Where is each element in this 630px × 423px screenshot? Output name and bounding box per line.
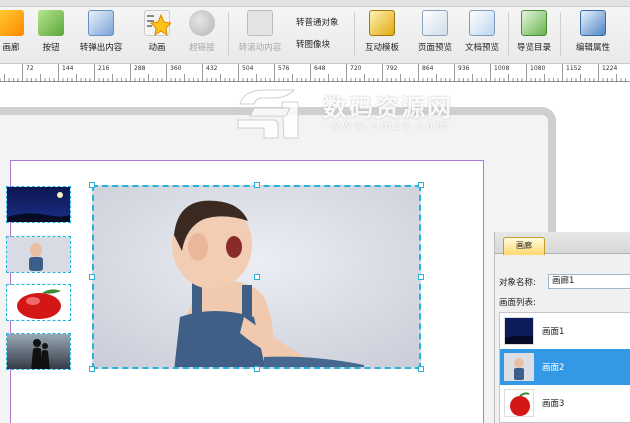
- thumbnail-night-sky[interactable]: [6, 186, 71, 223]
- interactive-template-button[interactable]: 互动模板: [360, 10, 404, 60]
- list-item-frame-1[interactable]: 画面1: [500, 313, 630, 349]
- ruler-label: 72: [26, 65, 34, 72]
- ruler-label: 1008: [494, 65, 510, 72]
- gallery-properties-panel: 画廊 对象名称: 画廊1 画面列表: 画面1 画面2 画面3: [494, 232, 630, 423]
- watermark-url: www.smzy.com: [330, 119, 450, 132]
- tab-gallery[interactable]: 画廊: [503, 237, 545, 255]
- watermark-text: 数码资源网: [323, 94, 453, 122]
- resize-handle-top-right[interactable]: [418, 182, 424, 188]
- ruler-label: 1152: [566, 65, 582, 72]
- ruler-label: 288: [134, 65, 146, 72]
- ruler-label: 432: [206, 65, 218, 72]
- list-item-frame-3[interactable]: 画面3: [500, 385, 630, 421]
- toolbar-separator: [560, 12, 561, 56]
- ruler-label: 216: [98, 65, 110, 72]
- page-preview-button[interactable]: 页面预览: [413, 10, 457, 60]
- ruler-label: 504: [242, 65, 254, 72]
- edit-properties-button[interactable]: 编辑属性: [570, 10, 616, 60]
- toolbar-separator: [508, 12, 509, 56]
- edit-properties-icon: [580, 10, 606, 36]
- button-hand-icon: [38, 10, 64, 36]
- toc-button[interactable]: 导览目录: [512, 10, 556, 60]
- ruler-label: 1224: [602, 65, 618, 72]
- hyperlink-button[interactable]: 超链接: [182, 10, 222, 60]
- horizontal-ruler: 72 144 216 288 360 432 504 576 648 720 792 864 936 10…: [0, 64, 630, 82]
- list-item-label: 画面2: [542, 363, 565, 373]
- frame-thumbnail-apple: [504, 389, 534, 417]
- frame-thumbnail-baby: [504, 353, 534, 381]
- resize-handle-top[interactable]: [254, 182, 260, 188]
- document-preview-icon: [469, 10, 495, 36]
- object-name-input[interactable]: 画廊1: [548, 274, 630, 289]
- thumbnail-couple-silhouette[interactable]: [6, 333, 71, 370]
- resize-handle-left[interactable]: [89, 274, 95, 280]
- toolbar-separator: [354, 12, 355, 56]
- toc-icon: [521, 10, 547, 36]
- resize-handle-right[interactable]: [418, 274, 424, 280]
- toolbar: 画廊 按钮 转弹出内容 动画 超链接 转滚动内容 转普通对象 转图像块 互动模板…: [0, 0, 630, 64]
- page-preview-icon: [422, 10, 448, 36]
- resize-handle-bottom-right[interactable]: [418, 366, 424, 372]
- ruler-label: 576: [278, 65, 290, 72]
- ruler-label: 720: [350, 65, 362, 72]
- ruler-label: 360: [170, 65, 182, 72]
- frame-thumbnail-night-sky: [504, 317, 534, 345]
- list-item-frame-2[interactable]: 画面2: [500, 349, 630, 385]
- list-item-label: 画面1: [542, 327, 565, 337]
- frame-list: 画面1 画面2 画面3: [499, 312, 630, 423]
- scroll-content-icon: [247, 10, 273, 36]
- interactive-template-icon: [369, 10, 395, 36]
- resize-handle-bottom-left[interactable]: [89, 366, 95, 372]
- resize-handle-bottom[interactable]: [254, 366, 260, 372]
- animation-star-icon: [144, 10, 173, 37]
- toolbar-top-strip: [0, 0, 630, 7]
- ruler-label: 792: [386, 65, 398, 72]
- button-tool[interactable]: 按钮: [36, 10, 66, 60]
- to-normal-object-button[interactable]: 转普通对象: [296, 16, 339, 28]
- frame-list-label: 画面列表:: [499, 298, 536, 308]
- ruler-label: 648: [314, 65, 326, 72]
- gallery-icon: [0, 10, 24, 36]
- rotation-center-handle[interactable]: [254, 274, 260, 280]
- panel-tab-bar: 画廊: [495, 232, 630, 255]
- resize-handle-top-left[interactable]: [89, 182, 95, 188]
- animation-button[interactable]: 动画: [140, 10, 174, 60]
- ruler-label: 1080: [530, 65, 546, 72]
- scroll-content-button[interactable]: 转滚动内容: [232, 10, 288, 60]
- popup-icon: [88, 10, 114, 36]
- ruler-label: 936: [458, 65, 470, 72]
- watermark-logo: [237, 89, 299, 139]
- toolbar-separator: [228, 12, 229, 56]
- document-preview-button[interactable]: 文档预览: [460, 10, 504, 60]
- to-image-block-button[interactable]: 转图像块: [296, 38, 330, 50]
- thumbnail-apple[interactable]: [6, 284, 71, 321]
- list-item-label: 画面3: [542, 399, 565, 409]
- thumbnail-baby[interactable]: [6, 236, 71, 273]
- ruler-label: 864: [422, 65, 434, 72]
- ruler-label: 144: [62, 65, 74, 72]
- object-name-label: 对象名称:: [499, 278, 536, 288]
- gallery-button[interactable]: 画廊: [0, 10, 28, 60]
- hyperlink-icon: [189, 10, 215, 36]
- popup-content-button[interactable]: 转弹出内容: [72, 10, 130, 60]
